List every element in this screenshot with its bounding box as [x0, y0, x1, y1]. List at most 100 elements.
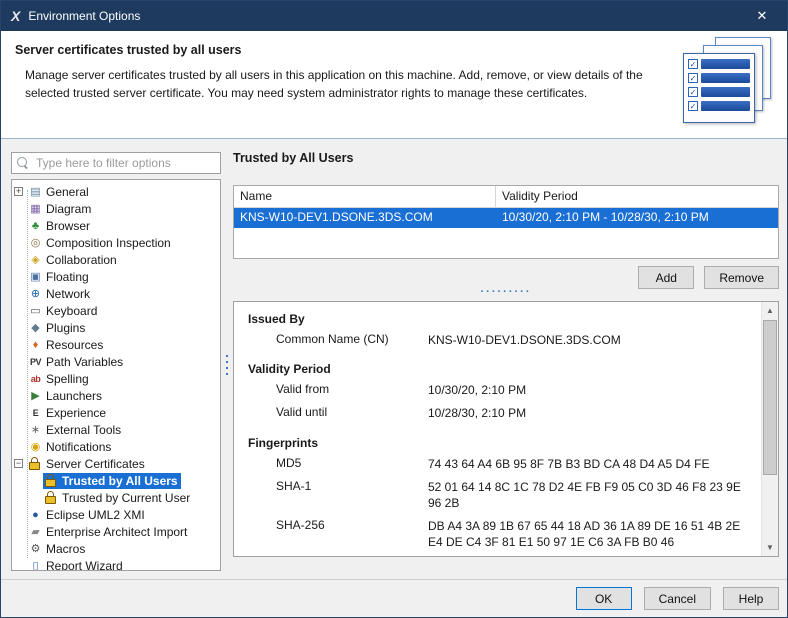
sidebar-item-trusted-by-current-user[interactable]: Trusted by Current User — [30, 489, 218, 506]
tree-node[interactable]: ab Spelling — [27, 371, 92, 387]
sidebar-item-path-variables[interactable]: PV Path Variables — [14, 353, 218, 370]
detail-row: Common Name (CN) KNS-W10-DEV1.DSONE.3DS.… — [276, 332, 756, 348]
tree-expander-icon[interactable]: − — [14, 459, 23, 468]
certificates-illustration — [677, 37, 779, 127]
tree-node[interactable]: ▣ Floating — [27, 269, 92, 285]
tree-node[interactable]: ● Eclipse UML2 XMI — [27, 507, 148, 523]
tree-item-label: Trusted by Current User — [62, 491, 190, 505]
tree-node[interactable]: ▭ Keyboard — [27, 303, 100, 319]
tree-expander-icon[interactable] — [14, 391, 26, 400]
tree-expander-icon[interactable] — [14, 357, 26, 366]
report-wizard-icon: ▯ — [28, 559, 43, 572]
sidebar-item-notifications[interactable]: ◉ Notifications — [14, 438, 218, 455]
help-button[interactable]: Help — [723, 587, 779, 610]
sidebar-item-collaboration[interactable]: ◈ Collaboration — [14, 251, 218, 268]
sidebar-item-trusted-by-all-users[interactable]: Trusted by All Users — [30, 472, 218, 489]
tree-node[interactable]: ▶ Launchers — [27, 388, 105, 404]
tree-expander-icon[interactable] — [14, 238, 26, 247]
add-button[interactable]: Add — [638, 266, 694, 289]
page-title: Server certificates trusted by all users — [15, 43, 773, 57]
sidebar-item-resources[interactable]: ♦ Resources — [14, 336, 218, 353]
sidebar-item-report-wizard[interactable]: ▯ Report Wizard — [14, 557, 218, 571]
header-banner: Server certificates trusted by all users… — [1, 31, 787, 139]
sidebar-item-diagram[interactable]: ▦ Diagram — [14, 200, 218, 217]
remove-button[interactable]: Remove — [704, 266, 779, 289]
scroll-down-icon[interactable]: ▼ — [762, 539, 778, 556]
tree-node[interactable]: E Experience — [27, 405, 109, 421]
tree-node[interactable]: ⊕ Network — [27, 286, 93, 302]
tree-expander-icon[interactable] — [14, 221, 26, 230]
sidebar-item-external-tools[interactable]: ∗ External Tools — [14, 421, 218, 438]
tree-node[interactable]: Trusted by Current User — [43, 490, 193, 506]
tree-node[interactable]: ♦ Resources — [27, 337, 106, 353]
environment-options-dialog: { "window": { "title": "Environment Opti… — [0, 0, 788, 618]
column-header-name: Name — [234, 186, 496, 208]
scroll-up-icon[interactable]: ▲ — [762, 302, 778, 319]
panel-splitter-handle[interactable] — [224, 345, 230, 385]
tree-expander-icon[interactable] — [14, 272, 26, 281]
tree-node[interactable]: ▦ Diagram — [27, 201, 94, 217]
tree-expander-icon[interactable] — [14, 510, 26, 519]
sidebar-item-enterprise-architect-import[interactable]: ▰ Enterprise Architect Import — [14, 523, 218, 540]
tree-node[interactable]: ◎ Composition Inspection — [27, 235, 174, 251]
detail-row: Valid from 10/30/20, 2:10 PM — [276, 382, 756, 398]
experience-icon: E — [28, 406, 43, 420]
close-icon[interactable]: ✕ — [747, 8, 777, 24]
tree-node[interactable]: Trusted by All Users — [43, 473, 181, 489]
tree-expander-icon[interactable] — [14, 442, 26, 451]
sidebar-item-general[interactable]: + ▤ General — [14, 183, 218, 200]
app-logo-icon: X — [11, 8, 20, 24]
tree-expander-icon[interactable] — [14, 204, 26, 213]
tree-node[interactable]: ◈ Collaboration — [27, 252, 120, 268]
tree-expander-icon[interactable] — [14, 561, 26, 570]
ok-button[interactable]: OK — [576, 587, 632, 610]
cancel-button[interactable]: Cancel — [644, 587, 711, 610]
tree-expander-icon[interactable] — [14, 255, 26, 264]
tree-node[interactable]: Server Certificates — [27, 456, 148, 472]
tree-node[interactable]: ⚙ Macros — [27, 541, 88, 557]
sidebar-item-eclipse-uml2-xmi[interactable]: ● Eclipse UML2 XMI — [14, 506, 218, 523]
sidebar-item-keyboard[interactable]: ▭ Keyboard — [14, 302, 218, 319]
table-row[interactable]: KNS-W10-DEV1.DSONE.3DS.COM 10/30/20, 2:1… — [234, 208, 778, 228]
details-splitter-handle[interactable]: ········· — [233, 287, 779, 297]
tree-expander-icon[interactable] — [14, 340, 26, 349]
sidebar-item-spelling[interactable]: ab Spelling — [14, 370, 218, 387]
sidebar-item-composition-inspection[interactable]: ◎ Composition Inspection — [14, 234, 218, 251]
sidebar-item-experience[interactable]: E Experience — [14, 404, 218, 421]
sidebar-item-launchers[interactable]: ▶ Launchers — [14, 387, 218, 404]
notifications-icon: ◉ — [28, 440, 43, 454]
tree-node[interactable]: ▰ Enterprise Architect Import — [27, 524, 190, 540]
tree-node[interactable]: PV Path Variables — [27, 354, 126, 370]
tree-expander-icon[interactable] — [30, 476, 42, 485]
tree-node[interactable]: ◆ Plugins — [27, 320, 88, 336]
detail-row: SHA-256 DB A4 3A 89 1B 67 65 44 18 AD 36… — [276, 518, 756, 550]
tree-item-label: Launchers — [46, 389, 102, 403]
tree-item-label: Report Wizard — [46, 559, 123, 572]
tree-node[interactable]: ◉ Notifications — [27, 439, 114, 455]
tree-node[interactable]: ∗ External Tools — [27, 422, 124, 438]
details-scrollbar[interactable]: ▲ ▼ — [761, 302, 778, 556]
tree-node[interactable]: ▯ Report Wizard — [27, 558, 126, 572]
tree-expander-icon[interactable] — [14, 323, 26, 332]
sha1-value: 52 01 64 14 8C 1C 78 D2 4E FB F9 05 C0 3… — [428, 479, 756, 511]
tree-expander-icon[interactable] — [14, 374, 26, 383]
tree-expander-icon[interactable] — [14, 527, 26, 536]
tree-expander-icon[interactable] — [14, 544, 26, 553]
sidebar-item-plugins[interactable]: ◆ Plugins — [14, 319, 218, 336]
tree-expander-icon[interactable] — [14, 289, 26, 298]
sidebar-item-network[interactable]: ⊕ Network — [14, 285, 218, 302]
sidebar-item-server-certificates[interactable]: − Server Certificates — [14, 455, 218, 472]
tree-expander-icon[interactable]: + — [14, 187, 23, 196]
tree-expander-icon[interactable] — [14, 408, 26, 417]
tree-node[interactable]: ▤ General — [27, 184, 92, 200]
scrollbar-thumb[interactable] — [763, 320, 777, 475]
sidebar-item-floating[interactable]: ▣ Floating — [14, 268, 218, 285]
sidebar-item-browser[interactable]: ♣ Browser — [14, 217, 218, 234]
tree-expander-icon[interactable] — [14, 306, 26, 315]
tree-node[interactable]: ♣ Browser — [27, 218, 93, 234]
valid-until-label: Valid until — [276, 405, 428, 419]
filter-input[interactable] — [11, 152, 221, 174]
tree-expander-icon[interactable] — [30, 493, 42, 502]
tree-expander-icon[interactable] — [14, 425, 26, 434]
sidebar-item-macros[interactable]: ⚙ Macros — [14, 540, 218, 557]
